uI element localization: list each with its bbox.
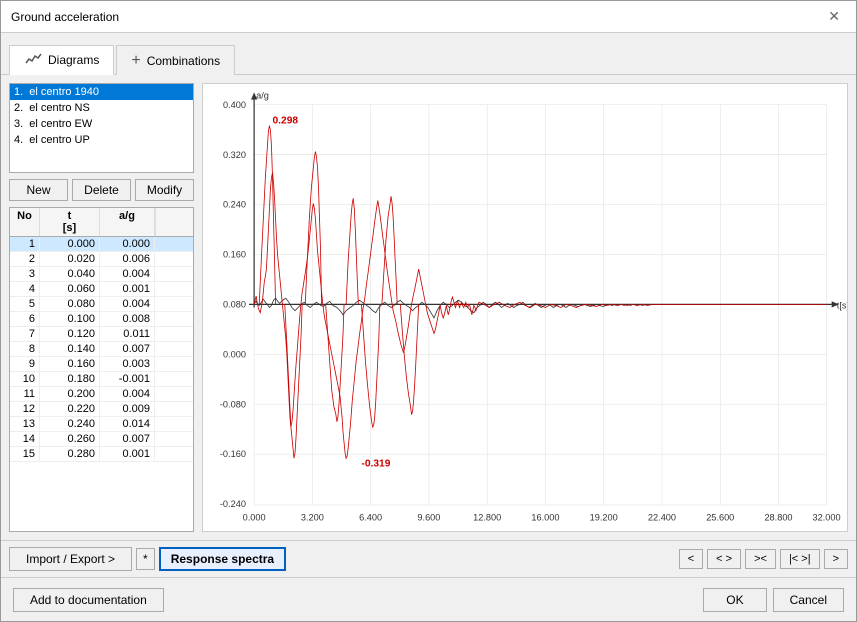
nav-end-button[interactable]: > [824, 549, 848, 569]
nav-buttons: < < > >< |< >| > [679, 549, 848, 569]
table-row[interactable]: 140.2600.007 [10, 432, 193, 447]
table-row[interactable]: 80.1400.007 [10, 342, 193, 357]
col-t: t [s] [40, 208, 100, 236]
table-row[interactable]: 130.2400.014 [10, 417, 193, 432]
svg-text:-0.160: -0.160 [220, 449, 246, 459]
svg-text:6.400: 6.400 [359, 513, 382, 523]
svg-text:32.000: 32.000 [813, 513, 841, 523]
table-row[interactable]: 150.2800.001 [10, 447, 193, 462]
y-axis-label: a/g [256, 90, 269, 100]
bottom-left: Import / Export > * Response spectra [9, 547, 286, 571]
list-item[interactable]: 1. el centro 1940 [10, 84, 193, 100]
x-axis-label: t[s] [837, 300, 847, 310]
col-ag: a/g [100, 208, 155, 236]
accelerogram-list[interactable]: 1. el centro 1940 2. el centro NS 3. el … [9, 83, 194, 173]
title-bar: Ground acceleration ✕ [1, 1, 856, 33]
right-panel: .grid-line { stroke: #ddd; stroke-width:… [202, 83, 848, 532]
list-item[interactable]: 4. el centro UP [10, 132, 193, 148]
svg-text:-0.240: -0.240 [220, 499, 246, 509]
bottom-bar: Import / Export > * Response spectra < <… [1, 540, 856, 577]
asterisk-button[interactable]: * [136, 548, 155, 570]
svg-text:0.080: 0.080 [223, 299, 246, 309]
footer-bar: Add to documentation OK Cancel [1, 577, 856, 621]
chart-svg: .grid-line { stroke: #ddd; stroke-width:… [203, 84, 847, 531]
footer-right: OK Cancel [703, 588, 844, 612]
list-item[interactable]: 3. el centro EW [10, 116, 193, 132]
table-row[interactable]: 110.2000.004 [10, 387, 193, 402]
table-row[interactable]: 50.0800.004 [10, 297, 193, 312]
svg-text:0.320: 0.320 [223, 150, 246, 160]
svg-text:22.400: 22.400 [648, 513, 676, 523]
tab-combinations-label: Combinations [147, 54, 220, 68]
svg-text:-0.080: -0.080 [220, 399, 246, 409]
nav-next-button[interactable]: >< [745, 549, 776, 569]
diagrams-icon [24, 51, 42, 70]
svg-text:0.400: 0.400 [223, 100, 246, 110]
nav-last-button[interactable]: |< >| [780, 549, 820, 569]
svg-text:9.600: 9.600 [417, 513, 440, 523]
svg-text:25.600: 25.600 [706, 513, 734, 523]
min-value-label: -0.319 [361, 458, 390, 469]
scrollbar-spacer [155, 208, 173, 236]
table-body[interactable]: 10.0000.000 20.0200.006 30.0400.004 40.0… [10, 237, 193, 531]
data-table: No t [s] a/g 10.0000.000 20.0200.006 30.… [9, 207, 194, 532]
chart-area: .grid-line { stroke: #ddd; stroke-width:… [202, 83, 848, 532]
svg-text:0.000: 0.000 [223, 349, 246, 359]
table-row[interactable]: 30.0400.004 [10, 267, 193, 282]
footer-left: Add to documentation [13, 588, 164, 612]
tab-combinations[interactable]: + Combinations [116, 45, 235, 75]
delete-button[interactable]: Delete [72, 179, 131, 201]
response-spectra-button[interactable]: Response spectra [159, 547, 286, 571]
close-button[interactable]: ✕ [822, 6, 846, 27]
import-export-button[interactable]: Import / Export > [9, 547, 132, 571]
add-to-documentation-button[interactable]: Add to documentation [13, 588, 164, 612]
new-button[interactable]: New [9, 179, 68, 201]
ok-button[interactable]: OK [703, 588, 766, 612]
nav-first-button[interactable]: < [679, 549, 703, 569]
table-row[interactable]: 60.1000.008 [10, 312, 193, 327]
tabs-bar: Diagrams + Combinations [1, 33, 856, 75]
cancel-button[interactable]: Cancel [773, 588, 844, 612]
max-value-label: 0.298 [273, 115, 299, 126]
svg-text:0.000: 0.000 [243, 513, 266, 523]
table-row[interactable]: 70.1200.011 [10, 327, 193, 342]
tab-diagrams[interactable]: Diagrams [9, 45, 114, 75]
svg-text:0.160: 0.160 [223, 250, 246, 260]
svg-text:0.240: 0.240 [223, 200, 246, 210]
col-no: No [10, 208, 40, 236]
svg-text:12.800: 12.800 [473, 513, 501, 523]
table-row[interactable]: 90.1600.003 [10, 357, 193, 372]
combinations-icon: + [131, 52, 140, 70]
svg-text:19.200: 19.200 [590, 513, 618, 523]
left-panel: 1. el centro 1940 2. el centro NS 3. el … [9, 83, 194, 532]
tab-diagrams-label: Diagrams [48, 53, 99, 67]
table-row[interactable]: 10.0000.000 [10, 237, 193, 252]
table-row[interactable]: 100.180-0.001 [10, 372, 193, 387]
main-window: Ground acceleration ✕ Diagrams + Combina… [0, 0, 857, 622]
content-area: 1. el centro 1940 2. el centro NS 3. el … [1, 75, 856, 540]
nav-prev-button[interactable]: < > [707, 549, 741, 569]
modify-button[interactable]: Modify [135, 179, 194, 201]
table-row[interactable]: 120.2200.009 [10, 402, 193, 417]
table-row[interactable]: 40.0600.001 [10, 282, 193, 297]
svg-text:28.800: 28.800 [764, 513, 792, 523]
list-item[interactable]: 2. el centro NS [10, 100, 193, 116]
svg-text:16.000: 16.000 [531, 513, 559, 523]
table-row[interactable]: 20.0200.006 [10, 252, 193, 267]
table-header: No t [s] a/g [10, 208, 193, 237]
window-title: Ground acceleration [11, 10, 119, 24]
action-buttons: New Delete Modify [9, 179, 194, 201]
svg-text:3.200: 3.200 [301, 513, 324, 523]
